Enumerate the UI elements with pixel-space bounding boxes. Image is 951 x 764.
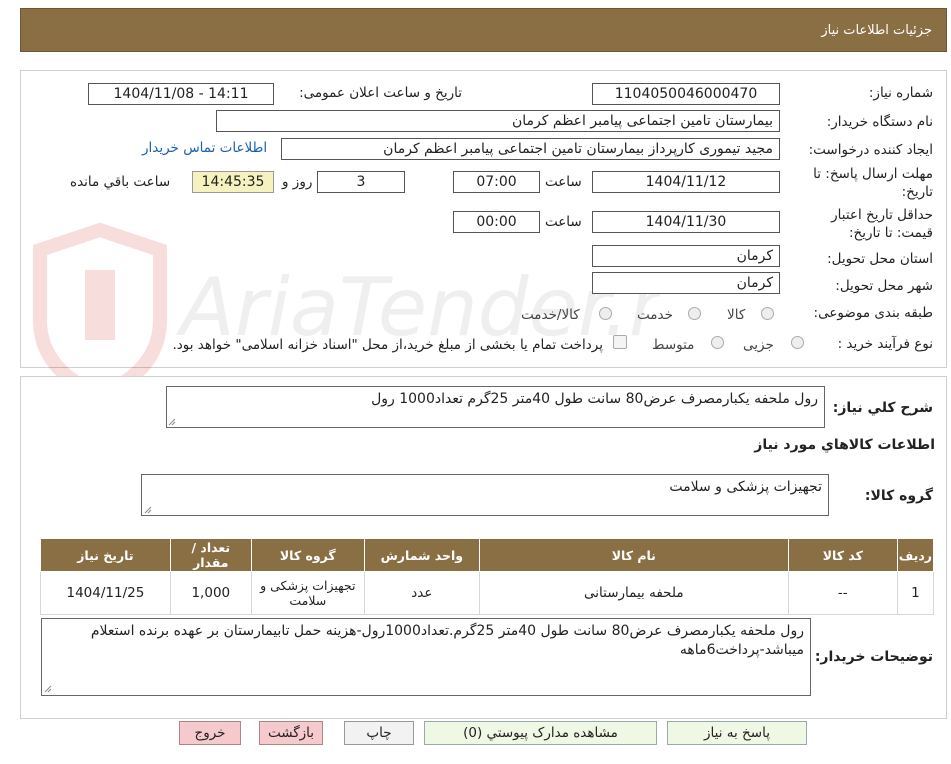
category-label: طبقه بندی موضوعی: — [813, 305, 933, 321]
cell-date: 1404/11/25 — [40, 571, 171, 615]
process-radio-minor[interactable] — [791, 336, 804, 349]
summary-label: شرح کلي نياز: — [832, 400, 933, 416]
days-field: 3 — [317, 171, 405, 193]
category-radio-goods[interactable] — [761, 307, 774, 320]
col-code: کد کالا — [787, 538, 898, 572]
col-qty: تعداد / مقدار — [169, 538, 252, 572]
buyer-org-label: نام دستگاه خریدار: — [826, 114, 933, 130]
category-option-service: خدمت — [637, 307, 673, 323]
back-button[interactable]: بازگشت — [259, 721, 323, 745]
resize-grip-icon[interactable] — [168, 418, 176, 426]
process-label: نوع فرآیند خرید : — [837, 336, 933, 352]
category-radio-goods-service[interactable] — [599, 307, 612, 320]
deadline-time-label: ساعت — [545, 174, 582, 190]
treasury-note: پرداخت تمام یا بخشی از مبلغ خرید،از محل … — [172, 337, 603, 353]
validity-time-label: ساعت — [545, 214, 582, 230]
goods-table-header: رديف کد کالا نام کالا واحد شمارش گروه کا… — [40, 538, 935, 572]
validity-date-field: 1404/11/30 — [592, 211, 780, 233]
cell-group: تجهیزات پزشکی و سلامت — [250, 571, 365, 615]
cell-name: ملحفه بیمارستانی — [478, 571, 789, 615]
cell-code: -- — [787, 571, 898, 615]
category-radio-service[interactable] — [688, 307, 701, 320]
treasury-checkbox[interactable] — [613, 335, 627, 349]
validity-label-2: قیمت: تا تاریخ: — [849, 225, 933, 241]
days-label: روز و — [282, 174, 313, 190]
col-unit: واحد شمارش — [363, 538, 480, 572]
buyer-notes-text: رول ملحفه یکبارمصرف عرض80 سانت طول 40متر… — [41, 618, 811, 696]
validity-time-field: 00:00 — [453, 211, 540, 233]
deadline-label-2: تاریخ: — [901, 184, 933, 200]
announce-label: تاریخ و ساعت اعلان عمومی: — [299, 85, 462, 101]
deadline-date-field: 1404/11/12 — [592, 171, 780, 193]
process-radio-medium[interactable] — [711, 336, 724, 349]
process-option-medium: متوسط — [652, 337, 695, 353]
goods-group-field: تجهیزات پزشکی و سلامت — [141, 474, 829, 516]
deadline-time-field: 07:00 — [453, 171, 540, 193]
city-label: شهر محل تحویل: — [835, 278, 933, 294]
remaining-time-field: 14:45:35 — [192, 171, 274, 193]
need-number-field: 1104050046000470 — [592, 83, 780, 105]
remaining-time-label: ساعت باقي مانده — [70, 174, 171, 190]
cell-row: 1 — [896, 571, 935, 615]
category-option-goods: کالا — [727, 307, 746, 323]
reply-button[interactable]: پاسخ به نیاز — [667, 721, 807, 745]
buyer-contact-link[interactable]: اطلاعات تماس خریدار — [142, 140, 267, 156]
resize-grip-icon[interactable] — [144, 506, 152, 514]
cell-unit: عدد — [363, 571, 480, 615]
goods-group-label: گروه کالا: — [864, 488, 933, 504]
deadline-label: مهلت ارسال پاسخ: تا — [813, 166, 933, 182]
page-header: جزئیات اطلاعات نیاز — [20, 8, 947, 52]
validity-label: حداقل تاریخ اعتبار — [831, 207, 933, 223]
creator-field: مجید تیموری کارپرداز بیمارستان تامین اجت… — [281, 138, 780, 160]
goods-section-title: اطلاعات کالاهاي مورد نياز — [754, 437, 935, 453]
need-number-label: شماره نیاز: — [868, 85, 933, 101]
announce-field: 1404/11/08 - 14:11 — [88, 83, 274, 105]
summary-text: رول ملحفه یکبارمصرف عرض80 سانت طول 40متر… — [166, 386, 825, 428]
view-attachments-button[interactable]: مشاهده مدارک پیوستي (0) — [424, 721, 657, 745]
goods-table: رديف کد کالا نام کالا واحد شمارش گروه کا… — [40, 538, 935, 615]
print-button[interactable]: چاپ — [344, 721, 414, 745]
buyer-org-field: بیمارستان تامین اجتماعی پیامبر اعظم کرما… — [216, 110, 780, 132]
province-label: استان محل تحویل: — [827, 251, 933, 267]
table-row: 1 -- ملحفه بیمارستانی عدد تجهیزات پزشکی … — [40, 571, 935, 615]
cell-qty: 1,000 — [169, 571, 252, 615]
exit-button[interactable]: خروج — [179, 721, 241, 745]
city-field: کرمان — [592, 272, 780, 294]
process-option-minor: جزیی — [743, 337, 774, 353]
col-date: تاریخ نیاز — [40, 538, 171, 572]
col-row: رديف — [896, 538, 935, 572]
creator-label: ایجاد کننده درخواست: — [808, 142, 933, 158]
province-field: کرمان — [592, 245, 780, 267]
col-name: نام کالا — [478, 538, 789, 572]
page-title: جزئیات اطلاعات نیاز — [821, 23, 932, 38]
category-option-goods-service: کالا/خدمت — [521, 307, 580, 323]
buyer-notes-label: توضیحات خریدار: — [814, 649, 933, 665]
resize-grip-icon[interactable] — [44, 685, 52, 693]
col-group: گروه کالا — [250, 538, 365, 572]
